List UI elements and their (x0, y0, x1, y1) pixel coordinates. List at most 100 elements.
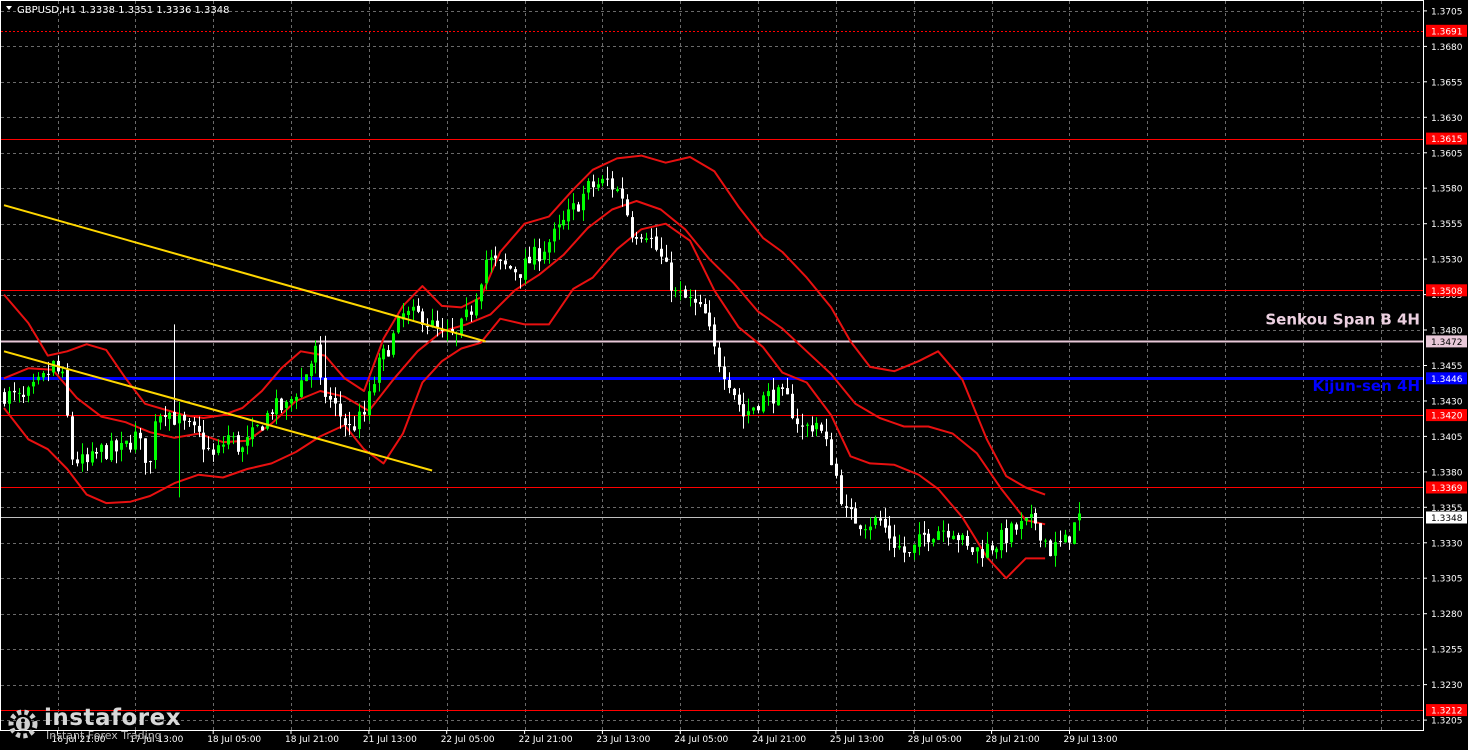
candle-body (202, 432, 205, 450)
candle-body (139, 432, 142, 439)
candle-body (577, 204, 580, 212)
candle-body (1039, 523, 1042, 541)
candle-body (572, 203, 575, 210)
candle-body (417, 305, 420, 312)
candle-body (601, 178, 604, 184)
candle-body (650, 237, 653, 239)
candle-body (222, 444, 225, 447)
current-price-label: 1.3348 (1431, 514, 1463, 524)
level-price-label: 1.3472 (1431, 338, 1463, 348)
candle-body (368, 391, 371, 416)
candle-body (524, 258, 527, 280)
candle-body (825, 431, 828, 440)
candle-body (694, 298, 697, 303)
candle-body (285, 401, 288, 408)
x-tick-label: 24 Jul 21:00 (752, 735, 806, 745)
candle-body (791, 393, 794, 419)
candle-body (504, 260, 507, 265)
candle-body (27, 387, 30, 396)
candle-body (61, 371, 64, 374)
candle-body (251, 427, 254, 440)
x-tick-label: 22 Jul 21:00 (519, 735, 573, 745)
candle-body (888, 525, 891, 539)
candle-body (353, 426, 356, 431)
candle-body (942, 530, 945, 532)
chart-symbol: GBPUSD,H1 (17, 5, 76, 16)
candle-body (193, 421, 196, 426)
candle-body (991, 545, 994, 551)
candle-body (344, 418, 347, 426)
candle-body (747, 411, 750, 416)
candle-body (412, 306, 415, 311)
candle-body (898, 546, 901, 548)
candle-body (850, 507, 853, 510)
candle-body (95, 452, 98, 454)
candle-body (290, 399, 293, 404)
y-tick-label: 1.3430 (1431, 398, 1463, 408)
candle-body (1010, 523, 1013, 543)
candle-body (757, 406, 760, 411)
candle-body (660, 248, 663, 257)
candle-body (1000, 529, 1003, 551)
candle-body (100, 444, 103, 452)
candle-body (684, 289, 687, 298)
y-tick-label: 1.3305 (1431, 575, 1463, 585)
candle-body (879, 518, 882, 521)
y-tick-label: 1.3205 (1431, 717, 1463, 727)
candle-body (266, 413, 269, 429)
candle-body (358, 411, 361, 430)
candle-body (1015, 524, 1018, 530)
candle-body (742, 404, 745, 417)
candle-body (533, 246, 536, 265)
y-tick-label: 1.3605 (1431, 149, 1463, 159)
level-price-label: 1.3508 (1431, 287, 1463, 297)
x-tick-label: 21 Jul 13:00 (363, 735, 417, 745)
candle-body (772, 389, 775, 404)
candle-body (42, 373, 45, 378)
candle-body (275, 398, 278, 415)
candle-body (995, 548, 998, 553)
candle-body (606, 178, 609, 180)
candle-body (86, 454, 89, 463)
candle-body (300, 380, 303, 397)
candle-body (81, 454, 84, 464)
watermark: instaforex Instant Forex Trading (6, 706, 181, 742)
candle-body (801, 425, 804, 427)
candle-body (713, 324, 716, 347)
candle-body (1078, 513, 1081, 521)
candle-body (932, 539, 935, 543)
candle-body (597, 184, 600, 188)
x-tick-label: 24 Jul 05:00 (674, 735, 728, 745)
candle-body (708, 312, 711, 327)
candle-body (869, 526, 872, 531)
y-tick-label: 1.3530 (1431, 256, 1463, 266)
candle-body (480, 284, 483, 302)
candle-body (397, 317, 400, 333)
candle-body (621, 188, 624, 199)
candle-body (528, 256, 531, 264)
candle-body (592, 181, 595, 188)
candle-body (558, 224, 561, 228)
candle-body (796, 418, 799, 425)
candle-body (767, 391, 770, 397)
candle-body (952, 535, 955, 540)
candle-body (76, 459, 79, 464)
candle-body (854, 508, 857, 524)
level-price-label: 1.3615 (1431, 135, 1463, 145)
candle-body (8, 391, 11, 404)
price-chart[interactable]: Senkou Span B 4H Kijun-sen 4H 1.3205 1.323… (0, 0, 1468, 750)
candle-body (845, 506, 848, 508)
y-tick-label: 1.3380 (1431, 468, 1463, 478)
candle-body (986, 543, 989, 558)
y-tick-label: 1.3655 (1431, 78, 1463, 88)
candle-body (635, 237, 638, 239)
candle-body (460, 318, 463, 335)
candle-body (378, 357, 381, 383)
candle-body (616, 189, 619, 191)
candle-body (1030, 514, 1033, 518)
candle-body (553, 228, 556, 242)
annotation-label: Kijun-sen 4H (1313, 377, 1420, 395)
candle-body (538, 248, 541, 262)
candle-body (665, 257, 668, 262)
candle-body (173, 412, 176, 425)
